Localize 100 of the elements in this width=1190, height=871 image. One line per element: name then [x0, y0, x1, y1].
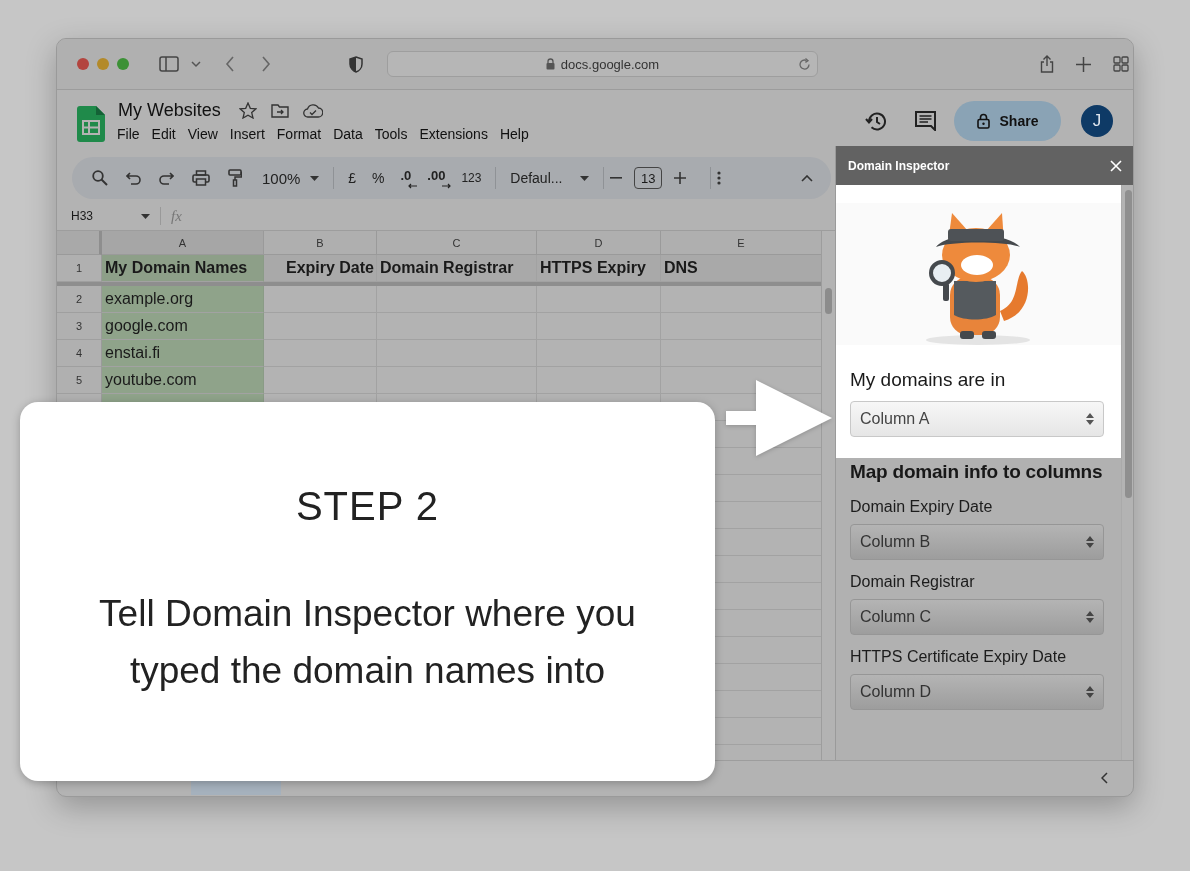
table-cell[interactable]: [377, 286, 537, 313]
menu-item[interactable]: Help: [493, 124, 535, 144]
plus-icon[interactable]: [674, 172, 687, 184]
column-header[interactable]: B: [264, 231, 377, 255]
table-cell[interactable]: youtube.com: [102, 367, 264, 394]
caret-icon[interactable]: [141, 213, 150, 219]
paint-format-icon[interactable]: [228, 169, 242, 187]
cloud-check-icon[interactable]: [302, 103, 323, 118]
row-number[interactable]: 2: [57, 286, 102, 313]
zoom-window-button[interactable]: [117, 58, 129, 70]
field-label: HTTPS Certificate Expiry Date: [850, 648, 1068, 666]
column-select[interactable]: Column B: [850, 524, 1104, 560]
share-button[interactable]: Share: [954, 101, 1061, 141]
column-header[interactable]: A: [102, 231, 264, 255]
column-select[interactable]: Column C: [850, 599, 1104, 635]
table-cell[interactable]: [264, 286, 377, 313]
instruction-text: Tell Domain Inspector where you typed the domain names into: [98, 592, 637, 693]
more-icon[interactable]: [717, 171, 721, 185]
percent-format-button[interactable]: %: [364, 170, 393, 186]
new-tab-icon[interactable]: [1076, 56, 1091, 72]
scrollbar-thumb[interactable]: [1125, 190, 1132, 498]
decrease-decimal-button[interactable]: .0: [392, 167, 420, 189]
table-cell[interactable]: enstai.fi: [102, 340, 264, 367]
reload-icon[interactable]: [798, 58, 811, 71]
font-select[interactable]: Defaul...: [502, 170, 598, 186]
scrollbar-thumb[interactable]: [825, 288, 832, 314]
table-cell[interactable]: [264, 367, 377, 394]
font-size-field[interactable]: 13: [634, 167, 663, 189]
chevron-down-icon[interactable]: [191, 60, 201, 68]
table-cell[interactable]: Expiry Date: [264, 255, 377, 282]
menu-item[interactable]: Format: [270, 124, 328, 144]
star-icon[interactable]: [238, 102, 257, 119]
share-icon[interactable]: [1040, 55, 1054, 73]
sidebar-icon[interactable]: [159, 56, 179, 72]
column-header[interactable]: E: [661, 231, 822, 255]
tab-overview-icon[interactable]: [1113, 56, 1129, 72]
print-icon[interactable]: [192, 170, 210, 186]
collapse-icon[interactable]: [801, 174, 813, 182]
column-select[interactable]: Column A: [850, 401, 1104, 437]
close-window-button[interactable]: [77, 58, 89, 70]
up-down-arrows-icon: [1086, 685, 1094, 699]
column-select[interactable]: Column D: [850, 674, 1104, 710]
menu-item[interactable]: Tools: [368, 124, 414, 144]
redo-icon[interactable]: [159, 171, 174, 185]
section-heading: My domains are in: [850, 369, 1007, 391]
up-down-arrows-icon: [1086, 412, 1094, 426]
table-cell[interactable]: Domain Registrar: [377, 255, 537, 282]
column-header[interactable]: D: [537, 231, 661, 255]
back-icon[interactable]: [225, 56, 235, 72]
menu-item[interactable]: File: [111, 124, 146, 144]
table-cell[interactable]: My Domain Names: [102, 255, 264, 282]
table-cell[interactable]: DNS: [661, 255, 822, 282]
address-bar[interactable]: docs.google.com: [387, 51, 818, 77]
table-cell[interactable]: [264, 340, 377, 367]
menu-item[interactable]: Data: [327, 124, 369, 144]
row-number[interactable]: 5: [57, 367, 102, 394]
sheets-logo-icon[interactable]: [77, 106, 105, 142]
section-heading: Map domain info to columns: [850, 461, 1104, 483]
table-cell[interactable]: [537, 286, 661, 313]
minus-icon[interactable]: [610, 177, 623, 179]
menu-item[interactable]: Insert: [223, 124, 271, 144]
search-icon[interactable]: [92, 170, 108, 186]
table-cell[interactable]: [264, 313, 377, 340]
chevron-left-icon[interactable]: [1101, 772, 1108, 784]
forward-icon[interactable]: [261, 56, 271, 72]
field-label: Domain Expiry Date: [850, 498, 994, 516]
up-down-arrows-icon: [1086, 610, 1094, 624]
menu-item[interactable]: Extensions: [413, 124, 494, 144]
menu-item[interactable]: Edit: [145, 124, 182, 144]
comment-icon[interactable]: [915, 111, 936, 131]
close-icon[interactable]: [1110, 159, 1122, 172]
lock-icon: [545, 58, 555, 70]
move-to-folder-icon[interactable]: [270, 103, 289, 118]
right-arrow-icon: [442, 182, 452, 189]
url-text: docs.google.com: [560, 56, 660, 72]
zoom-select[interactable]: 100%: [254, 169, 328, 187]
step-title: STEP 2: [295, 484, 440, 529]
row-number[interactable]: 4: [57, 340, 102, 367]
menu-item[interactable]: View: [181, 124, 224, 144]
lock-icon: [976, 113, 990, 129]
minimize-window-button[interactable]: [97, 58, 109, 70]
table-cell[interactable]: google.com: [102, 313, 264, 340]
version-history-icon[interactable]: [865, 110, 887, 132]
currency-format-button[interactable]: £: [340, 170, 365, 186]
document-title[interactable]: My Websites: [118, 100, 221, 121]
shield-icon[interactable]: [349, 55, 363, 73]
row-number[interactable]: 1: [57, 255, 102, 282]
user-avatar[interactable]: J: [1081, 105, 1113, 137]
row-number[interactable]: 3: [57, 313, 102, 340]
number-format-button[interactable]: 123: [453, 171, 490, 185]
function-label: fx: [171, 207, 182, 225]
undo-icon[interactable]: [126, 171, 141, 185]
column-header[interactable]: C: [377, 231, 537, 255]
left-arrow-icon: [408, 182, 418, 189]
name-box[interactable]: H33: [71, 209, 131, 223]
increase-decimal-button[interactable]: .00: [419, 167, 454, 189]
panel-title: Domain Inspector: [848, 158, 950, 173]
table-cell[interactable]: HTTPS Expiry: [537, 255, 661, 282]
table-cell[interactable]: example.org: [102, 286, 264, 313]
up-down-arrows-icon: [1086, 535, 1094, 549]
